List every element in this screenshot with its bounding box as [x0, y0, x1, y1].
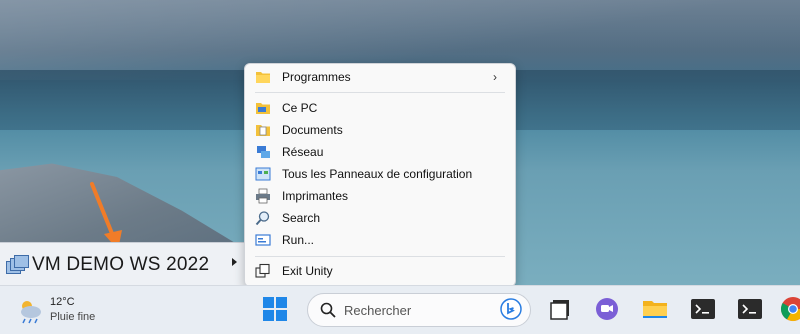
run-icon [255, 234, 271, 246]
menu-item-label: Ce PC [282, 101, 318, 115]
menu-item-ce-pc[interactable]: Ce PC [249, 97, 511, 119]
weather-description: Pluie fine [50, 311, 96, 323]
menu-item-panneaux-configuration[interactable]: Tous les Panneaux de configuration [249, 163, 511, 185]
vm-windows-icon [6, 254, 29, 276]
search-icon [320, 302, 336, 318]
printer-icon [256, 188, 270, 204]
menu-item-label: Imprimantes [282, 189, 349, 203]
search-input[interactable]: Rechercher [307, 293, 531, 327]
terminal-admin-icon[interactable] [737, 296, 763, 322]
weather-widget[interactable]: 12°C Pluie fine [16, 294, 106, 328]
menu-item-exit-unity[interactable]: Exit Unity [249, 260, 511, 282]
network-icon [257, 146, 270, 158]
menu-separator [255, 92, 505, 93]
file-explorer-icon[interactable] [642, 296, 668, 322]
search-icon [255, 211, 270, 226]
windows-taskbar: 12°C Pluie fine Rechercher [0, 285, 800, 334]
menu-item-label: Programmes [282, 70, 351, 84]
menu-item-label: Search [282, 211, 321, 225]
menu-item-label: Réseau [282, 145, 324, 159]
chevron-right-icon [232, 258, 237, 266]
teams-chat-icon[interactable] [594, 296, 620, 322]
chevron-right-icon: › [493, 70, 497, 84]
chrome-icon[interactable] [780, 296, 800, 322]
menu-item-label: Documents [282, 123, 343, 137]
vm-taskbar-item[interactable]: VM DEMO WS 2022 [0, 242, 247, 286]
menu-item-label: Run... [282, 233, 315, 247]
rain-cloud-icon [21, 301, 41, 324]
bing-icon[interactable] [500, 298, 522, 320]
menu-item-label: Tous les Panneaux de configuration [282, 167, 473, 181]
menu-item-reseau[interactable]: Réseau [249, 141, 511, 163]
search-placeholder: Rechercher [344, 303, 412, 318]
weather-temperature: 12°C [50, 296, 75, 308]
documents-icon [256, 125, 270, 136]
annotation-arrow-icon [90, 182, 122, 250]
unity-context-menu: Programmes › Ce PC Documents Réseau Tous… [244, 63, 516, 287]
menu-item-run[interactable]: Run... [249, 229, 511, 251]
control-panel-icon [255, 167, 271, 181]
vm-label: VM DEMO WS 2022 [32, 253, 210, 275]
menu-separator [255, 256, 505, 257]
menu-item-search[interactable]: Search [249, 207, 511, 229]
menu-item-imprimantes[interactable]: Imprimantes [249, 185, 511, 207]
menu-item-documents[interactable]: Documents [249, 119, 511, 141]
exit-unity-icon [255, 263, 270, 278]
folder-icon [256, 72, 270, 83]
menu-item-programmes[interactable]: Programmes › [249, 66, 511, 88]
task-view-icon[interactable] [548, 296, 574, 322]
terminal-icon[interactable] [690, 296, 716, 322]
pc-folder-icon [256, 103, 270, 114]
menu-item-label: Exit Unity [282, 264, 333, 278]
windows-start-icon[interactable] [262, 296, 288, 322]
